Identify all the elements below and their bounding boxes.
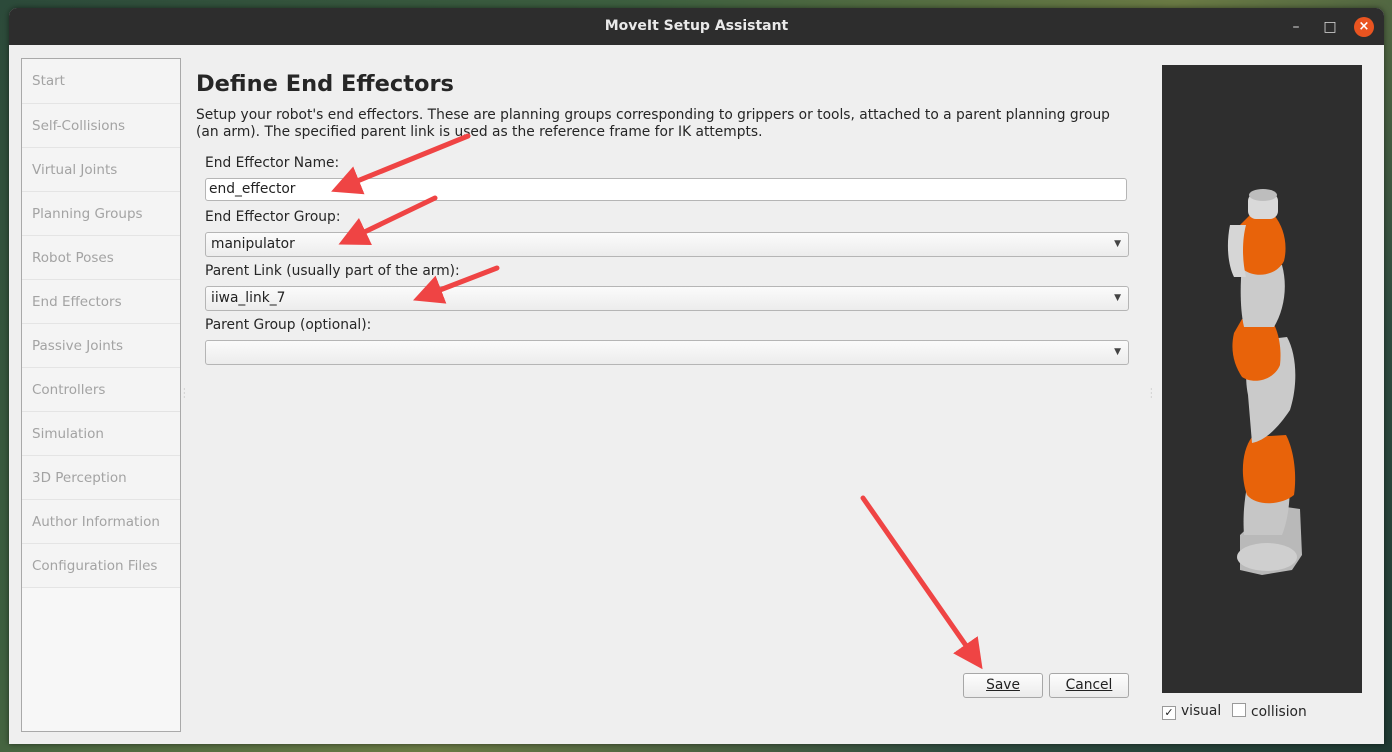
visual-toggle[interactable]: ✓ visual — [1162, 703, 1221, 720]
ee-name-label: End Effector Name: — [205, 155, 340, 171]
sidebar-item-simulation[interactable]: Simulation — [22, 412, 180, 456]
sidebar-item-configuration-files[interactable]: Configuration Files — [22, 544, 180, 588]
sidebar-item-end-effectors[interactable]: End Effectors — [22, 280, 180, 324]
sidebar-item-passive-joints[interactable]: Passive Joints — [22, 324, 180, 368]
page-description: Setup your robot's end effectors. These … — [196, 107, 1110, 140]
ee-name-input[interactable]: end_effector — [205, 178, 1127, 201]
sidebar-item-planning-groups[interactable]: Planning Groups — [22, 192, 180, 236]
collision-checkbox[interactable] — [1232, 703, 1246, 717]
visual-checkbox[interactable]: ✓ — [1162, 706, 1176, 720]
collision-label: collision — [1251, 704, 1307, 720]
save-button[interactable]: Save — [963, 673, 1043, 698]
ee-group-select[interactable]: manipulator ▼ — [205, 232, 1129, 257]
close-icon[interactable]: × — [1354, 17, 1374, 37]
parent-group-label: Parent Group (optional): — [205, 317, 372, 333]
splitter-handle-right[interactable]: · · · — [1150, 386, 1153, 402]
sidebar-item-virtual-joints[interactable]: Virtual Joints — [22, 148, 180, 192]
end-effector-panel: Define End Effectors Setup your robot's … — [195, 66, 1135, 365]
splitter-handle-left[interactable]: · · · — [183, 386, 186, 402]
cancel-button[interactable]: Cancel — [1049, 673, 1129, 698]
parent-link-select[interactable]: iiwa_link_7 ▼ — [205, 286, 1129, 311]
save-button-label: Save — [986, 677, 1020, 693]
parent-link-label: Parent Link (usually part of the arm): — [205, 263, 460, 279]
parent-group-select[interactable]: ▼ — [205, 340, 1129, 365]
main-window: MoveIt Setup Assistant – □ × Start Self-… — [9, 8, 1384, 744]
window-title: MoveIt Setup Assistant — [604, 18, 789, 34]
sidebar: Start Self-Collisions Virtual Joints Pla… — [21, 58, 181, 732]
chevron-down-icon: ▼ — [1114, 239, 1121, 249]
collision-toggle[interactable]: collision — [1232, 703, 1307, 720]
sidebar-item-3d-perception[interactable]: 3D Perception — [22, 456, 180, 500]
sidebar-item-start[interactable]: Start — [22, 59, 180, 104]
chevron-down-icon: ▼ — [1114, 347, 1121, 357]
page-title: Define End Effectors — [196, 71, 454, 97]
sidebar-item-controllers[interactable]: Controllers — [22, 368, 180, 412]
maximize-icon[interactable]: □ — [1320, 17, 1340, 37]
parent-link-value: iiwa_link_7 — [211, 290, 286, 306]
sidebar-item-author-information[interactable]: Author Information — [22, 500, 180, 544]
title-bar[interactable]: MoveIt Setup Assistant – □ × — [9, 8, 1384, 45]
ee-group-value: manipulator — [211, 236, 295, 252]
minimize-icon[interactable]: – — [1286, 17, 1306, 37]
sidebar-item-robot-poses[interactable]: Robot Poses — [22, 236, 180, 280]
sidebar-item-self-collisions[interactable]: Self-Collisions — [22, 104, 180, 148]
ee-group-label: End Effector Group: — [205, 209, 341, 225]
robot-3d-viewer[interactable] — [1162, 65, 1362, 693]
cancel-button-label: Cancel — [1065, 677, 1113, 693]
visual-label: visual — [1181, 703, 1222, 719]
chevron-down-icon: ▼ — [1114, 293, 1121, 303]
robot-arm-model — [1227, 189, 1302, 575]
